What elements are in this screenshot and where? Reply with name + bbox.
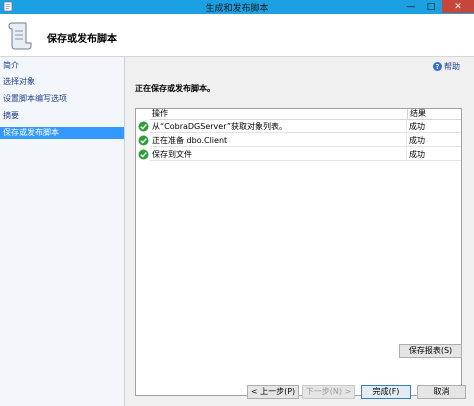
- help-label: 帮助: [444, 62, 460, 71]
- result-cell: 成功: [407, 120, 461, 133]
- grid-header: 操作 结果: [150, 109, 461, 120]
- cancel-button[interactable]: 取消: [417, 385, 466, 399]
- result-cell: 成功: [407, 148, 461, 161]
- maximize-button[interactable]: □: [422, 0, 440, 13]
- save-report-button[interactable]: 保存报表(S): [399, 344, 462, 358]
- wizard-steps-sidebar: 简介 选择对象 设置脚本编写选项 摘要 保存或发布脚本: [0, 57, 125, 406]
- table-row[interactable]: 正在准备 dbo.Client 成功: [136, 134, 461, 147]
- help-icon: ?: [433, 62, 442, 71]
- column-separator[interactable]: [407, 109, 408, 119]
- operation-cell: 正在准备 dbo.Client: [150, 134, 407, 147]
- previous-button[interactable]: < 上一步(P): [247, 385, 299, 399]
- sidebar-item-scripting-options[interactable]: 设置脚本编写选项: [0, 93, 124, 105]
- success-check-icon: [138, 121, 149, 132]
- main-content: ? 帮助 正在保存或发布脚本。 操作 结果 从“CobraDGServer”获取…: [125, 57, 474, 406]
- column-header-result[interactable]: 结果: [410, 109, 426, 119]
- sidebar-item-choose-objects[interactable]: 选择对象: [0, 76, 124, 88]
- title-bar: 生成和发布脚本 — □ ✕: [0, 0, 474, 14]
- close-button[interactable]: ✕: [442, 0, 474, 13]
- help-link[interactable]: ? 帮助: [433, 61, 460, 72]
- section-title: 正在保存或发布脚本。: [135, 84, 215, 93]
- sidebar-item-intro[interactable]: 简介: [0, 60, 124, 72]
- page-heading: 保存或发布脚本: [47, 34, 117, 45]
- table-row[interactable]: 保存到文件 成功: [136, 148, 461, 161]
- close-icon: ✕: [454, 1, 462, 12]
- operation-cell: 保存到文件: [150, 148, 407, 161]
- finish-button[interactable]: 完成(F): [361, 385, 411, 399]
- minimize-icon: —: [406, 1, 416, 12]
- sidebar-item-save-or-publish[interactable]: 保存或发布脚本: [0, 127, 124, 139]
- success-check-icon: [138, 149, 149, 160]
- result-cell: 成功: [407, 134, 461, 147]
- column-header-operation[interactable]: 操作: [152, 109, 168, 119]
- next-button[interactable]: 下一步(N) >: [302, 385, 355, 399]
- table-row[interactable]: 从“CobraDGServer”获取对象列表。 成功: [136, 120, 461, 133]
- minimize-button[interactable]: —: [402, 0, 420, 13]
- maximize-icon: □: [426, 1, 436, 12]
- success-check-icon: [138, 135, 149, 146]
- sidebar-item-summary[interactable]: 摘要: [0, 110, 124, 122]
- wizard-banner: 保存或发布脚本: [0, 14, 474, 57]
- script-scroll-icon: [8, 22, 32, 50]
- operation-cell: 从“CobraDGServer”获取对象列表。: [150, 120, 407, 133]
